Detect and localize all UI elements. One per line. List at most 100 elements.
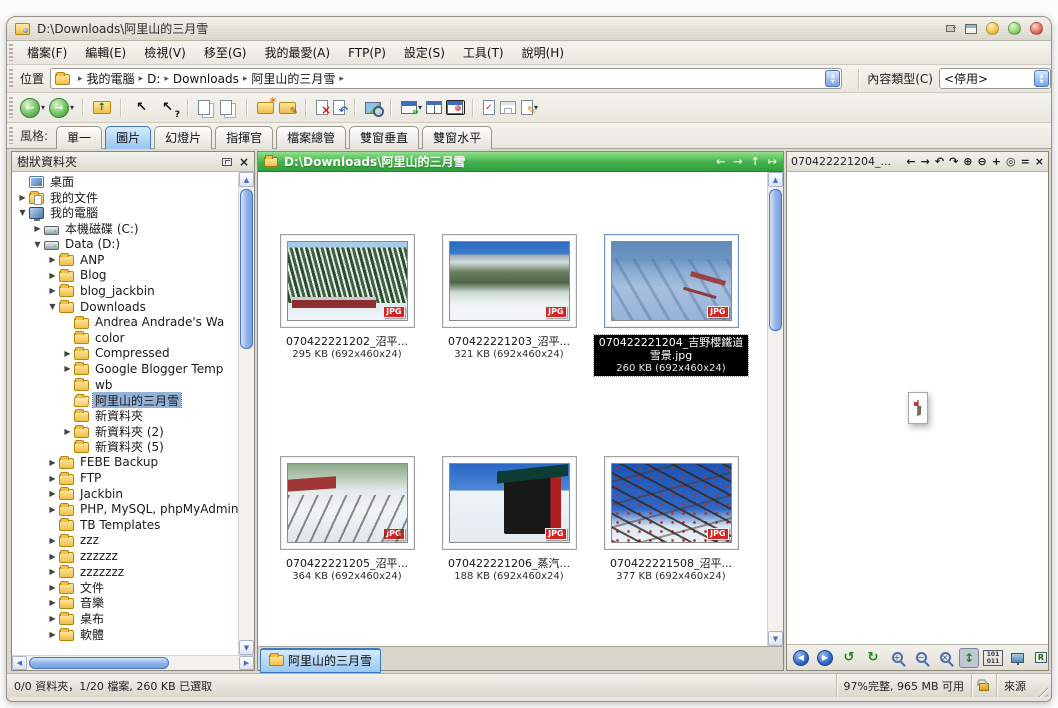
tree-expand-arrow[interactable]: ▶ bbox=[46, 505, 59, 514]
resize-grip[interactable] bbox=[1034, 683, 1048, 697]
tree-expand-arrow[interactable]: ▶ bbox=[61, 364, 74, 373]
tree-expand-arrow[interactable]: ▼ bbox=[46, 302, 59, 311]
zoom-in-icon[interactable]: ⊕ bbox=[963, 155, 972, 169]
style-tab[interactable]: 圖片 bbox=[105, 126, 151, 149]
title-bar[interactable]: D:\Downloads\阿里山的三月雪 bbox=[7, 17, 1051, 41]
rotate-ccw-icon[interactable]: ↶ bbox=[935, 155, 944, 169]
scroll-up-icon[interactable]: ▲ bbox=[768, 172, 783, 187]
style-grip[interactable] bbox=[9, 127, 13, 145]
tree-item[interactable]: color bbox=[12, 330, 238, 346]
undo-button[interactable]: ↶ bbox=[332, 99, 347, 116]
style-tab[interactable]: 雙窗垂直 bbox=[349, 126, 419, 149]
content-type-spinner[interactable]: ▲ ▼ bbox=[1034, 70, 1049, 87]
file-thumbnail[interactable]: JPG 070422221202_沼平... 295 KB (692x460x2… bbox=[267, 234, 427, 376]
tree-expand-arrow[interactable]: ▶ bbox=[16, 193, 29, 202]
forward-button[interactable]: →▾ bbox=[48, 97, 75, 119]
toggle-panels-icon[interactable] bbox=[965, 24, 977, 34]
tree-item[interactable]: TB Templates bbox=[12, 517, 238, 533]
edit-folder-button[interactable]: ✎ bbox=[278, 101, 298, 115]
rotate-left-button[interactable]: ↺ bbox=[839, 648, 859, 668]
zoom-in-button[interactable]: + bbox=[887, 648, 907, 668]
viewer-pane-button[interactable] bbox=[446, 100, 465, 115]
breadcrumb-item[interactable]: D: bbox=[147, 72, 160, 86]
menu-item[interactable]: 說明(H) bbox=[513, 44, 573, 62]
tree-item[interactable]: ▶ zzz bbox=[12, 533, 238, 549]
slideshow-button[interactable] bbox=[1007, 648, 1027, 668]
delete-button[interactable]: × bbox=[315, 99, 330, 116]
breadcrumb-item[interactable]: 阿里山的三月雪 bbox=[251, 70, 335, 87]
style-tab[interactable]: 雙窗水平 bbox=[422, 126, 492, 149]
close-button[interactable] bbox=[1030, 22, 1043, 35]
breadcrumb-item[interactable]: Downloads bbox=[173, 72, 239, 86]
tree-vertical-scrollbar[interactable]: ▲ ▼ bbox=[238, 172, 254, 655]
file-thumbnail[interactable]: JPG 070422221206_蒸汽... 188 KB (692x460x2… bbox=[429, 456, 589, 583]
tree-scroll-thumb[interactable] bbox=[240, 189, 253, 349]
browser-scroll-thumb[interactable] bbox=[769, 189, 782, 331]
preview-image[interactable] bbox=[917, 400, 919, 416]
tree-expand-arrow[interactable]: ▶ bbox=[46, 552, 59, 561]
separator[interactable] bbox=[349, 98, 362, 118]
tree-item[interactable]: ▶ Blog bbox=[12, 268, 238, 284]
tree-item[interactable]: 阿里山的三月雪 bbox=[12, 392, 238, 408]
tree-expand-arrow[interactable]: ▶ bbox=[31, 224, 44, 233]
next-image-button[interactable]: ▶ bbox=[815, 648, 835, 668]
tree-expand-arrow[interactable]: ▶ bbox=[46, 630, 59, 639]
new-folder-button[interactable]: * bbox=[256, 101, 276, 115]
up-folder-button[interactable]: ↑ bbox=[92, 100, 113, 115]
scroll-up-icon[interactable]: ▲ bbox=[239, 172, 254, 187]
content-type-combo[interactable]: <停用> ▲ ▼ bbox=[939, 68, 1051, 89]
separator[interactable] bbox=[115, 98, 128, 118]
tree-item[interactable]: ▶ Google Blogger Temp bbox=[12, 361, 238, 377]
minimize-button[interactable] bbox=[986, 22, 999, 35]
browser-vertical-scrollbar[interactable]: ▲ ▼ bbox=[767, 172, 783, 646]
tree-item[interactable]: ▶ ANP bbox=[12, 252, 238, 268]
tree-item[interactable]: 新資料夾 (5) bbox=[12, 439, 238, 455]
style-tab[interactable]: 指揮官 bbox=[215, 126, 273, 149]
menu-item[interactable]: 檢視(V) bbox=[135, 44, 195, 62]
tree-expand-arrow[interactable]: ▶ bbox=[46, 598, 59, 607]
tree-expand-arrow[interactable]: ▶ bbox=[61, 349, 74, 358]
scroll-down-icon[interactable]: ▼ bbox=[239, 640, 254, 655]
separator[interactable] bbox=[182, 98, 195, 118]
tree-item[interactable]: ▼ Downloads bbox=[12, 299, 238, 315]
tree-item[interactable]: ▶ FEBE Backup bbox=[12, 455, 238, 471]
menu-item[interactable]: 檔案(F) bbox=[18, 44, 76, 62]
tree-item[interactable]: ▶ 新資料夾 (2) bbox=[12, 424, 238, 440]
dual-pane-button[interactable] bbox=[425, 100, 444, 115]
tree-expand-arrow[interactable]: ▼ bbox=[16, 208, 29, 217]
breadcrumb-item[interactable]: 我的電腦 bbox=[87, 70, 135, 87]
menu-item[interactable]: 設定(S) bbox=[395, 44, 454, 62]
first-image-button[interactable]: ◀ bbox=[791, 648, 811, 668]
browser-panel-header[interactable]: D:\Downloads\阿里山的三月雪 ←→↑↦ bbox=[258, 152, 783, 172]
tree-expand-arrow[interactable]: ▶ bbox=[46, 255, 59, 264]
pane-back-icon[interactable]: ← bbox=[716, 155, 725, 168]
info-view-button[interactable]: R bbox=[1031, 648, 1048, 668]
tree-item[interactable]: ▶ 軟體 bbox=[12, 626, 238, 642]
tree-expand-arrow[interactable]: ▶ bbox=[61, 427, 74, 436]
inspect-cursor-button[interactable]: ↖? bbox=[156, 97, 180, 119]
tree-item[interactable]: ▶ 音樂 bbox=[12, 595, 238, 611]
file-thumbnail[interactable]: JPG 070422221205_沼平... 364 KB (692x460x2… bbox=[267, 456, 427, 583]
menu-grip[interactable] bbox=[9, 44, 13, 60]
scroll-down-icon[interactable]: ▼ bbox=[768, 631, 783, 646]
tree-item[interactable]: ▼ Data (D:) bbox=[12, 236, 238, 252]
style-tab[interactable]: 單一 bbox=[56, 126, 102, 149]
tree-item[interactable]: ▶ zzzzzz bbox=[12, 548, 238, 564]
tree-item[interactable]: wb bbox=[12, 377, 238, 393]
tree-item[interactable]: ▶ FTP bbox=[12, 470, 238, 486]
zoom-out-button[interactable]: − bbox=[911, 648, 931, 668]
paste-button[interactable] bbox=[219, 99, 239, 116]
fit-height-button[interactable]: ↕ bbox=[959, 648, 979, 668]
layout-button[interactable] bbox=[499, 100, 518, 115]
file-thumbnail[interactable]: JPG 070422221203_沼平... 321 KB (692x460x2… bbox=[429, 234, 589, 376]
checklist-button[interactable]: ✓ bbox=[482, 99, 497, 116]
back-button[interactable]: ←▾ bbox=[19, 97, 46, 119]
next-file-icon[interactable]: → bbox=[921, 155, 930, 169]
tree-expand-arrow[interactable]: ▶ bbox=[46, 458, 59, 467]
menu-item[interactable]: 編輯(E) bbox=[76, 44, 135, 62]
tree-expand-arrow[interactable]: ▶ bbox=[46, 536, 59, 545]
tree-item[interactable]: ▶ 文件 bbox=[12, 579, 238, 595]
style-tab[interactable]: 幻燈片 bbox=[154, 126, 212, 149]
pan-icon[interactable]: + bbox=[992, 155, 1001, 169]
tree-item[interactable]: 桌面 bbox=[12, 174, 238, 190]
